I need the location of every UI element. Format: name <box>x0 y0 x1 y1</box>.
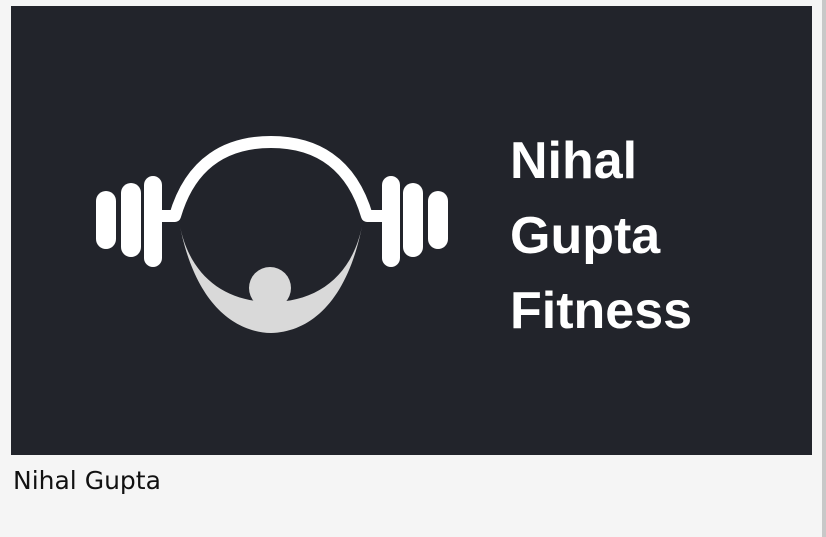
left-outer-plate <box>96 191 116 249</box>
brand-line-gupta: Gupta <box>510 207 661 265</box>
right-outer-plate <box>428 191 448 249</box>
barbell-arc-icon <box>156 136 388 222</box>
barbell-person-logo-icon <box>96 136 448 333</box>
card-caption[interactable]: Nihal Gupta <box>13 463 161 499</box>
left-middle-plate <box>121 183 141 257</box>
person-head-icon <box>249 267 291 309</box>
brand-line-nihal: Nihal <box>510 132 638 190</box>
right-middle-plate <box>403 183 423 257</box>
scrollbar-edge[interactable] <box>822 0 826 537</box>
logo-image[interactable]: Nihal Gupta Fitness <box>11 6 812 455</box>
gym-card[interactable]: Nihal Gupta Fitness Nihal Gupta <box>0 0 822 537</box>
brand-line-fitness: Fitness <box>510 282 693 340</box>
brand-name: Nihal Gupta Fitness <box>510 124 770 349</box>
